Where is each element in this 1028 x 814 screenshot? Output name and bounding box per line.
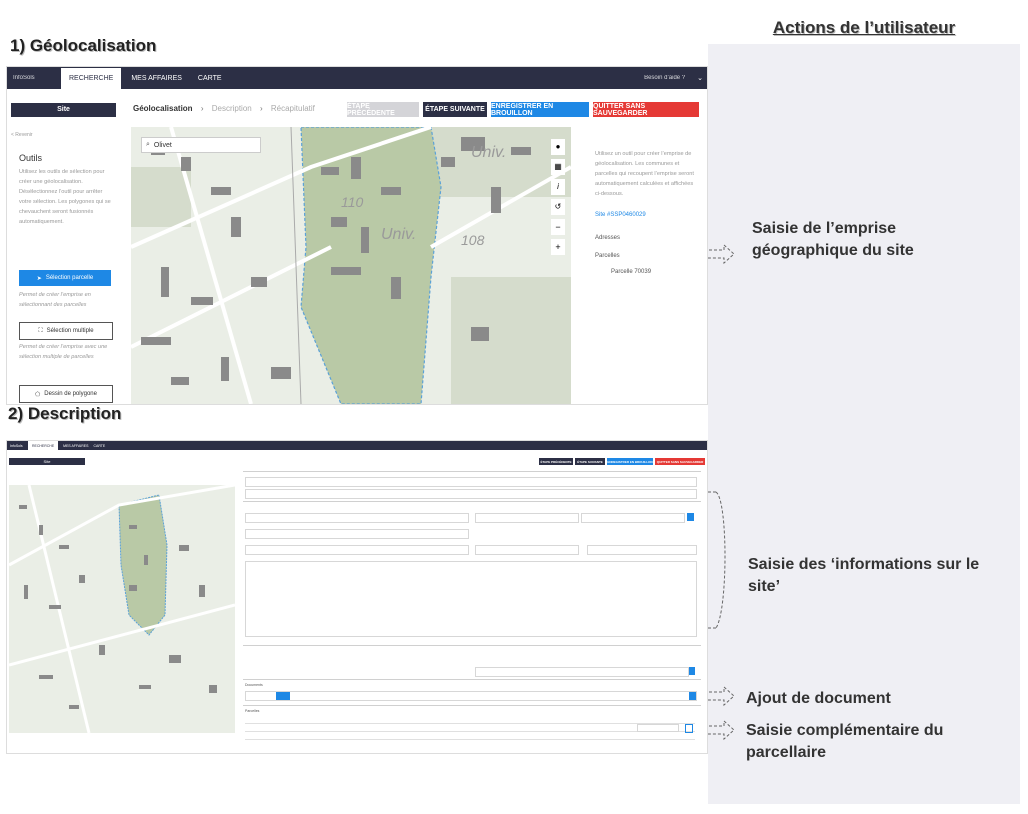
logo: InfoSols — [13, 75, 35, 81]
sidebar-tab[interactable]: Site — [11, 103, 116, 117]
map-label-108: 108 — [461, 232, 485, 248]
ref-field[interactable] — [245, 529, 469, 539]
step-geolocalisation[interactable]: Géolocalisation — [133, 104, 193, 113]
add-activity-button[interactable] — [687, 513, 694, 521]
back-link[interactable]: < Revenir — [11, 132, 33, 138]
sidebar-tab-2[interactable]: Site — [9, 458, 85, 465]
nav-recherche-2[interactable]: RECHERCHE — [28, 441, 59, 451]
map-canvas: Univ. 110 Univ. 108 — [131, 127, 571, 404]
step-description[interactable]: Description — [212, 104, 252, 113]
multi-select-button[interactable]: ⛶ Sélection multiple — [19, 322, 113, 340]
layers-icon[interactable]: ● — [551, 139, 565, 155]
section2-title: 2) Description — [8, 404, 122, 423]
parcelles-section-title: Parcelles — [245, 709, 260, 713]
next-step-button[interactable]: ÉTAPE SUIVANTE — [423, 102, 487, 117]
map-view-2[interactable] — [9, 485, 235, 733]
right-panel-title: Actions de l’utilisateur — [772, 18, 956, 37]
parcelles-label: Parcelles — [595, 253, 620, 259]
search-input[interactable]: Olivet — [154, 142, 172, 149]
nav-carte[interactable]: CARTE — [192, 75, 228, 82]
prev-step-button-2[interactable]: ÉTAPE PRÉCÉDENTE — [539, 458, 573, 465]
type-select[interactable] — [245, 513, 469, 523]
site-name-field[interactable] — [245, 477, 697, 487]
search-icon: ⌕ — [146, 141, 150, 148]
nav-mes-affaires-2[interactable]: MES AFFAIRES — [58, 444, 93, 448]
screen-geolocalisation: InfoSols RECHERCHE MES AFFAIRES CARTE Be… — [6, 66, 708, 405]
activity-type-select[interactable] — [581, 513, 685, 523]
note-document: Ajout de document — [746, 690, 891, 707]
map-label-110: 110 — [341, 194, 364, 210]
next-step-button-2[interactable]: ÉTAPE SUIVANTE — [575, 458, 605, 465]
screen-description: InfoSols RECHERCHE MES AFFAIRES CARTE Si… — [6, 440, 708, 754]
description-textarea[interactable] — [245, 561, 697, 637]
map-search-box[interactable]: ⌕ Olivet — [141, 137, 261, 153]
rotate-icon[interactable]: ↺ — [551, 199, 565, 215]
info-icon[interactable]: i — [551, 179, 565, 195]
commune-field[interactable] — [475, 667, 689, 677]
add-document-button[interactable] — [689, 692, 696, 700]
top-nav: InfoSols RECHERCHE MES AFFAIRES CARTE Be… — [7, 67, 707, 89]
document-browse-button[interactable] — [276, 692, 290, 700]
activity-select[interactable] — [475, 513, 579, 523]
logo-2: InfoSols — [10, 443, 23, 448]
tools-description: Utilisez les outils de sélection pour cr… — [19, 169, 111, 225]
zoom-out-icon[interactable]: − — [551, 219, 565, 235]
stack-icon[interactable]: ▦ — [551, 159, 565, 175]
map-canvas-2 — [9, 485, 235, 733]
note-parcellaire: Saisie complémentaire du parcellaire — [746, 722, 944, 761]
add-commune-button[interactable] — [689, 667, 695, 675]
map-controls: ● ▦ i ↺ − + — [551, 139, 565, 255]
map-view[interactable]: Univ. 110 Univ. 108 ⌕ Olivet ● ▦ i ↺ − + — [131, 127, 571, 404]
date-field[interactable] — [475, 545, 579, 555]
save-draft-button[interactable]: ENREGISTRER EN BROUILLON — [491, 102, 589, 117]
nav-mes-affaires[interactable]: MES AFFAIRES — [121, 75, 192, 82]
note-emprise: Saisie de l’emprise géographique du site — [752, 220, 914, 259]
nav-carte-2[interactable]: CARTE — [93, 444, 105, 448]
stepper: Géolocalisation › Description › Récapitu… — [133, 104, 315, 113]
site-alias-field[interactable] — [245, 489, 697, 499]
tool2-description: Permet de créer l’emprise avec une sélec… — [19, 344, 108, 360]
cursor-icon: ➤ — [36, 275, 42, 282]
quit-button-2[interactable]: QUITTER SANS SAUVEGARDER — [655, 458, 705, 465]
surface-field[interactable] — [245, 545, 469, 555]
parcelle-item: Parcelle 70039 — [611, 269, 652, 275]
quit-button[interactable]: QUITTER SANS SAUVEGARDER — [593, 102, 699, 117]
parcelles-table — [245, 717, 695, 745]
document-upload-row[interactable] — [245, 691, 697, 701]
add-parcelle-button[interactable] — [685, 724, 693, 733]
map-label-univ: Univ. — [471, 144, 506, 161]
site-id: Site #SSP0460029 — [595, 212, 646, 218]
polygon-icon: ⬠ — [35, 391, 41, 398]
parcel-select-button[interactable]: ➤ Sélection parcelle — [19, 270, 111, 286]
nav-recherche[interactable]: RECHERCHE — [61, 67, 122, 89]
tool1-description: Permet de créer l’emprise en sélectionna… — [19, 292, 91, 308]
zoom-in-icon[interactable]: + — [551, 239, 565, 255]
section1-title: 1) Géolocalisation — [10, 36, 157, 55]
top-nav-2: InfoSols RECHERCHE MES AFFAIRES CARTE — [7, 441, 707, 451]
save-draft-button-2[interactable]: ENREGISTRER EN BROUILLON — [607, 458, 653, 465]
status-field[interactable] — [587, 545, 697, 555]
description-form: Documents Parcelles — [243, 467, 701, 751]
polygon-draw-button[interactable]: ⬠ Dessin de polygone — [19, 385, 113, 403]
selection-frame-icon: ⛶ — [38, 327, 43, 334]
map-label-univ-2: Univ. — [381, 226, 416, 243]
step-recapitulatif[interactable]: Récapitulatif — [271, 104, 315, 113]
parcelle-search-field[interactable] — [637, 724, 679, 732]
note-informations: Saisie des ‘informations sur le site’ — [748, 556, 980, 595]
help-link[interactable]: Besoin d’aide ? — [644, 75, 685, 81]
info-text: Utilisez un outil pour créer l’emprise d… — [595, 151, 694, 197]
tools-title: Outils — [19, 153, 43, 163]
documents-section-title: Documents — [245, 683, 263, 687]
chevron-down-icon[interactable]: ⌄ — [697, 74, 703, 82]
prev-step-button[interactable]: ÉTAPE PRÉCÉDENTE — [347, 102, 419, 117]
adresses-label: Adresses — [595, 235, 621, 241]
